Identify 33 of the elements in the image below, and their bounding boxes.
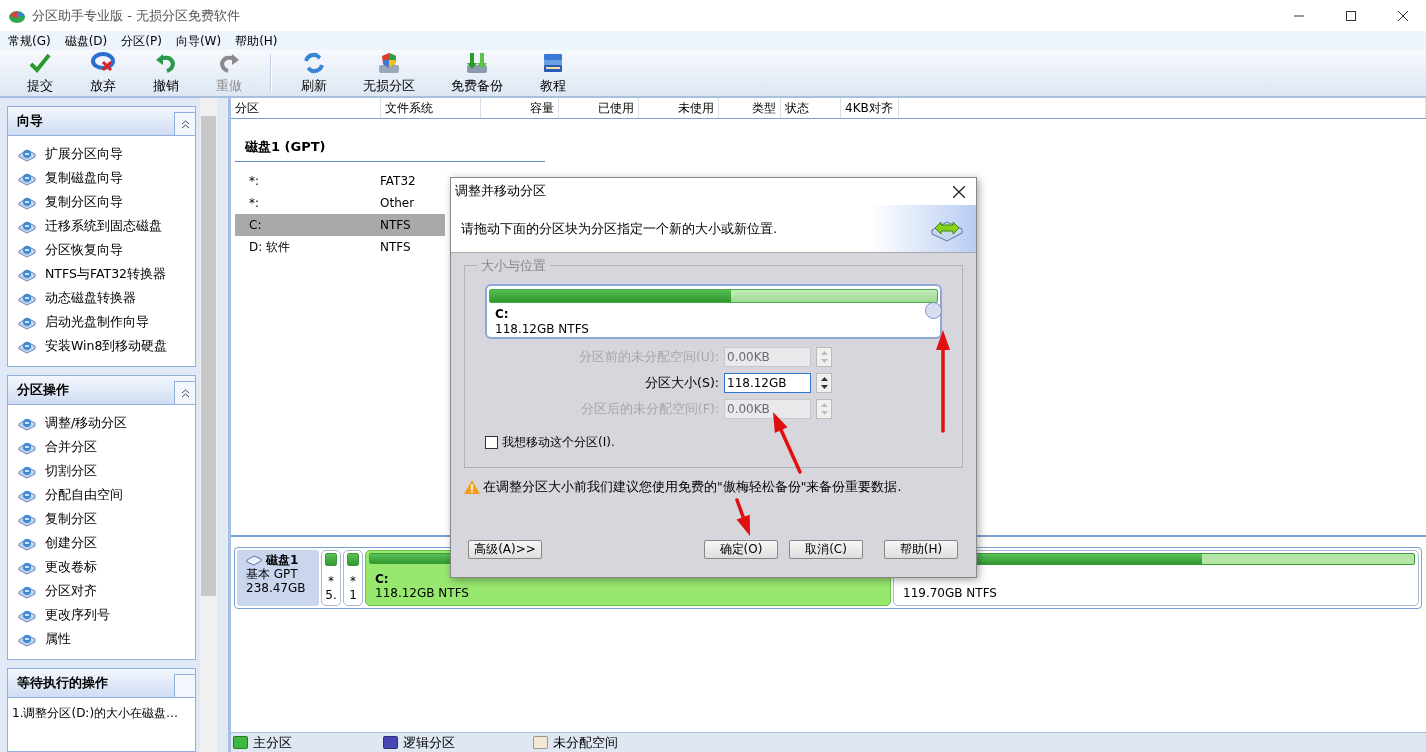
partition-size: 118.12GB NTFS [494,321,590,337]
panel-title: 等待执行的操作 [17,674,108,693]
table-cell-text: FAT32 [380,172,416,190]
table-cell-text: D: 软件 [248,238,291,256]
partition-label: C: [494,307,510,321]
partition-label: * [350,574,356,588]
disk-type: 基本 GPT [246,567,299,581]
panel-title: 向导 [17,112,43,131]
disk-header: 磁盘1 (GPT) [235,137,545,162]
dialog-title: 调整并移动分区 [455,182,546,201]
partition-size: 119.70GB NTFS [902,586,998,602]
partition-size: 1 [349,588,357,602]
panel-title: 分区操作 [17,381,69,400]
table-cell-text: *: [248,172,260,190]
legend-label: 主分区 [253,733,292,752]
window-title: 分区助手专业版 - 无损分区免费软件 [32,6,241,25]
table-cell-text: C: [248,216,262,234]
legend-label: 未分配空间 [553,733,618,752]
disk-name: 磁盘1 [266,553,299,567]
table-cell-text: NTFS [380,238,411,256]
instruction-text: 请拖动下面的分区块为分区指定一个新的大小或新位置. [461,219,778,238]
partition-label: * [328,574,334,588]
legend-label: 逻辑分区 [403,733,455,752]
disk-size: 238.47GB [246,581,307,595]
table-cell-text: Other [380,194,415,212]
table-cell-text: NTFS [380,216,411,234]
warning-text: 在调整分区大小前我们建议您使用免费的"傲梅轻松备份"来备份重要数据. [483,478,902,496]
partition-size: 5. [325,588,337,602]
checkbox-label: 我想移动这个分区(I). [502,434,615,451]
partition-label: C: [374,572,390,586]
table-cell-text: *: [248,194,260,212]
field-label: 分区大小(S): [645,373,719,392]
partition-size: 118.12GB NTFS [374,586,470,602]
